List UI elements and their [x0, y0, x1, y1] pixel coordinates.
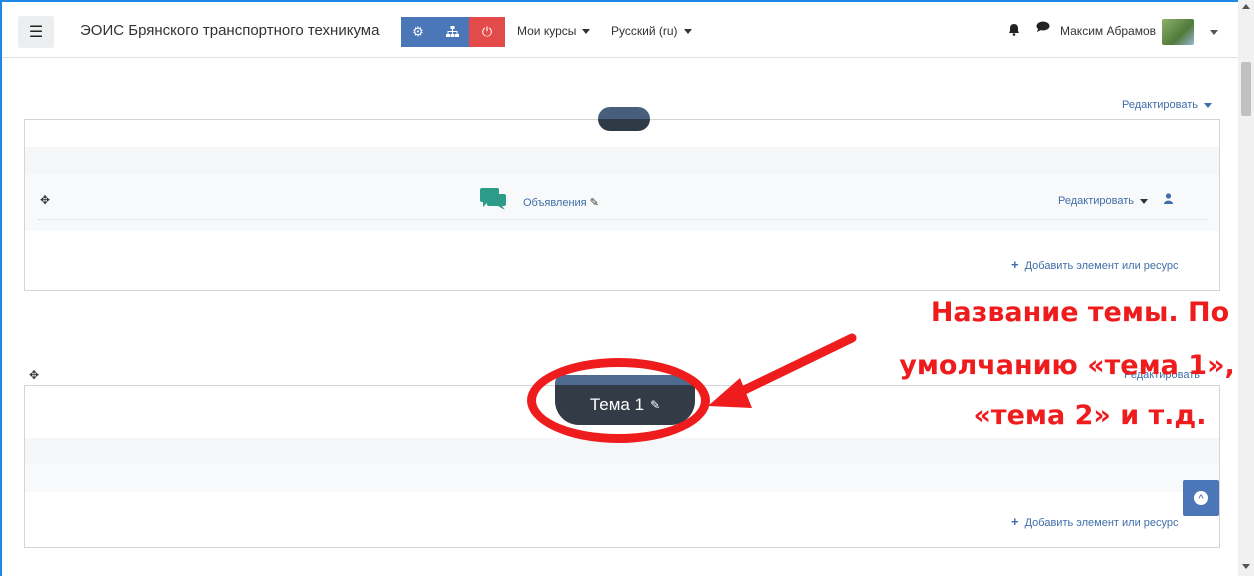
back-to-top-button[interactable]: ^ — [1183, 480, 1219, 516]
settings-gears-icon[interactable]: ⚙ — [401, 17, 435, 47]
activity-edit-menu[interactable]: Редактировать — [1058, 195, 1148, 207]
add-resource-label: Добавить элемент или ресурс — [1024, 517, 1179, 529]
annotation-line-1: Название темы. По — [930, 297, 1230, 328]
annotation-line-2: умолчанию «тема 1», — [899, 350, 1235, 381]
scroll-up-icon[interactable] — [1242, 4, 1250, 9]
annotation-line-3: «тема 2» и т.д. — [973, 400, 1207, 431]
pencil-icon[interactable]: ✎ — [590, 197, 599, 209]
plus-icon: + — [1011, 514, 1019, 529]
avatar[interactable] — [1162, 19, 1194, 45]
bell-icon[interactable] — [1008, 23, 1020, 39]
divider — [38, 219, 1208, 220]
highlight-ellipse — [527, 358, 710, 443]
scroll-thumb[interactable] — [1241, 62, 1251, 116]
power-icon[interactable]: ⏻ — [469, 17, 505, 47]
plus-icon: + — [1011, 257, 1019, 272]
add-resource-label: Добавить элемент или ресурс — [1024, 260, 1179, 272]
add-activity-button-section-0[interactable]: + Добавить элемент или ресурс — [1011, 257, 1179, 272]
annotation-arrow — [708, 333, 857, 408]
move-icon[interactable]: ✥ — [40, 193, 50, 207]
section-0-tab — [598, 107, 650, 119]
person-icon[interactable] — [1164, 193, 1173, 207]
admin-button-group: ⚙ ⏻ — [401, 17, 505, 47]
scroll-down-icon[interactable] — [1242, 564, 1250, 569]
section-move-icon[interactable]: ✥ — [29, 368, 39, 382]
activity-row — [25, 174, 1219, 231]
section-0-tab-bottom — [598, 119, 650, 131]
section-0-summary-stripe — [25, 147, 1219, 174]
language-dropdown[interactable]: Русский (ru) — [611, 24, 692, 38]
section-0-edit-menu[interactable]: Редактировать — [1122, 99, 1212, 111]
site-title[interactable]: ЭОИС Брянского транспортного техникума — [80, 22, 379, 39]
user-name[interactable]: Максим Абрамов — [1060, 24, 1156, 38]
activity-name[interactable]: Объявления — [523, 197, 587, 209]
hamburger-icon[interactable]: ☰ — [18, 16, 54, 48]
chat-icon[interactable] — [1036, 21, 1050, 36]
my-courses-dropdown[interactable]: Мои курсы — [517, 24, 590, 38]
top-navbar: ☰ ЭОИС Брянского транспортного техникума… — [2, 2, 1238, 58]
forum-icon — [480, 188, 506, 210]
sitemap-icon[interactable] — [435, 17, 469, 47]
section-1-empty-row — [25, 464, 1219, 492]
add-activity-button-section-1[interactable]: + Добавить элемент или ресурс — [1011, 514, 1179, 529]
activity-announcements-link[interactable]: Объявления ✎ — [523, 196, 599, 209]
chevron-down-icon[interactable] — [1210, 30, 1218, 35]
chevron-up-icon: ^ — [1194, 491, 1208, 505]
